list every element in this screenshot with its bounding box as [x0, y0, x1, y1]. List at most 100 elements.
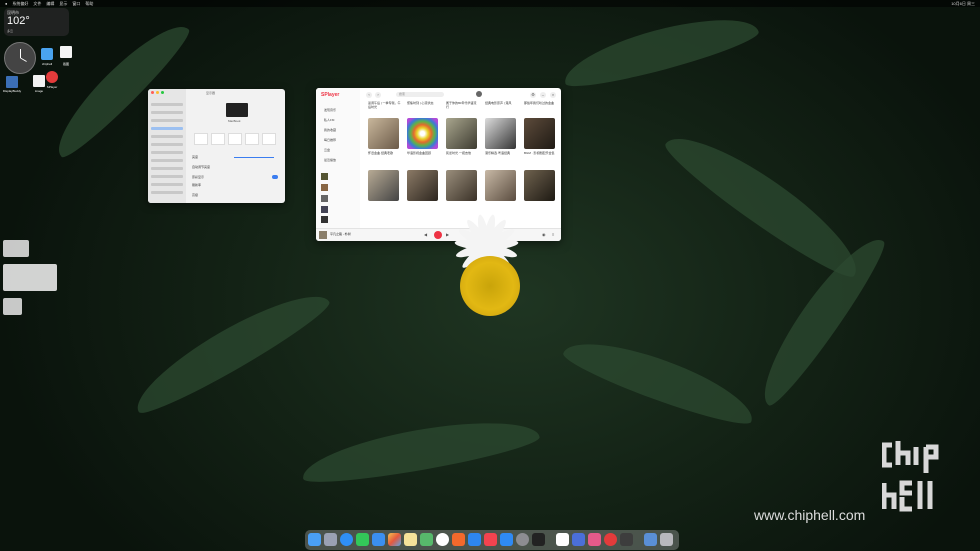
menu-clock[interactable]: 10月6日 周三	[951, 1, 975, 7]
sidebar-item[interactable]	[151, 191, 183, 194]
playlist-thumb[interactable]	[321, 184, 328, 191]
playlist-thumb[interactable]	[321, 216, 328, 223]
photos-icon[interactable]	[388, 533, 401, 546]
search-input[interactable]: 搜索	[396, 92, 444, 97]
nav-item[interactable]: 我的收藏	[324, 128, 336, 132]
maps-icon[interactable]	[420, 533, 433, 546]
app-icon[interactable]	[620, 533, 633, 546]
qq-icon[interactable]	[468, 533, 481, 546]
display-option[interactable]	[211, 133, 225, 145]
sidebar-item[interactable]	[151, 183, 183, 186]
stage-thumbnail[interactable]	[3, 298, 22, 315]
playlist-icon[interactable]: ≡	[552, 232, 554, 237]
sidebar-item[interactable]	[151, 119, 183, 122]
launchpad-icon[interactable]	[324, 533, 337, 546]
messages-icon[interactable]	[356, 533, 369, 546]
menu-item-view[interactable]: 显示	[59, 1, 67, 7]
appstore-icon[interactable]	[500, 533, 513, 546]
minimize-button[interactable]	[156, 91, 159, 94]
stage-thumbnail[interactable]	[3, 264, 57, 291]
now-playing-cover[interactable]	[319, 231, 327, 239]
display-option[interactable]	[262, 133, 276, 145]
playlist-card[interactable]	[524, 170, 555, 201]
playlist-card[interactable]	[485, 118, 516, 149]
next-icon[interactable]: ▶	[446, 232, 449, 237]
splayer-dock-icon[interactable]	[604, 533, 617, 546]
sidebar-item[interactable]	[151, 143, 183, 146]
splayer-icon[interactable]	[46, 71, 58, 83]
playlist-card[interactable]	[485, 170, 516, 201]
display-option[interactable]	[228, 133, 242, 145]
zoom-button[interactable]	[161, 91, 164, 94]
playlist-card[interactable]	[524, 118, 555, 149]
folder-icon[interactable]	[41, 48, 53, 60]
weather-widget[interactable]: 昆明市 102° 多云	[4, 8, 69, 36]
sidebar-item[interactable]	[151, 151, 183, 154]
mail-icon[interactable]	[372, 533, 385, 546]
clock-widget[interactable]	[4, 42, 36, 74]
playlist-thumb[interactable]	[321, 173, 328, 180]
nav-item[interactable]: 云盘	[324, 148, 330, 152]
nav-item[interactable]: 发现音乐	[324, 108, 336, 112]
app-icon[interactable]	[588, 533, 601, 546]
gmail-icon[interactable]	[556, 533, 569, 546]
settings-icon[interactable]: ⚙	[530, 92, 536, 98]
notes-icon[interactable]	[404, 533, 417, 546]
apple-icon[interactable]: ●	[5, 1, 7, 6]
close-icon[interactable]: ×	[550, 92, 556, 98]
avatar[interactable]	[476, 91, 482, 97]
chrome-icon[interactable]	[436, 533, 449, 546]
app-icon[interactable]	[572, 533, 585, 546]
close-button[interactable]	[151, 91, 154, 94]
splayer-window[interactable]: SPlayer 发现音乐 私人FM 我的收藏 每日推荐 云盘 最近播放 ‹ › …	[316, 88, 561, 241]
sidebar-item[interactable]	[151, 159, 183, 162]
card-title[interactable]: 蓝调午后 | 一季专辑，午后时光	[368, 101, 401, 109]
brightness-slider[interactable]	[234, 157, 274, 158]
sidebar-item[interactable]	[151, 175, 183, 178]
sidebar-item[interactable]	[151, 111, 183, 114]
sidebar-item[interactable]	[151, 135, 183, 138]
monitor-icon[interactable]	[6, 76, 18, 88]
menu-item-file[interactable]: 文件	[33, 1, 41, 7]
trash-icon[interactable]	[660, 533, 673, 546]
card-title[interactable]: 怀旧金曲·经典老歌	[368, 151, 401, 156]
stage-thumbnail[interactable]	[3, 240, 29, 257]
sidebar-item-selected[interactable]	[151, 127, 183, 130]
settings-window[interactable]: 显示器 MacBook 亮度 自动调节亮度 原彩显示 刷新率 高级	[148, 89, 285, 203]
menu-item-edit[interactable]: 编辑	[46, 1, 54, 7]
sidebar-item[interactable]	[151, 103, 183, 106]
card-title[interactable]: 属于你的80年代华语流行	[446, 101, 479, 109]
sidebar-item[interactable]	[151, 167, 183, 170]
playlist-card[interactable]	[407, 170, 438, 201]
safari-icon[interactable]	[340, 533, 353, 546]
card-title[interactable]: 港乐精选·粤语经典	[485, 151, 518, 156]
playlist-card[interactable]	[446, 170, 477, 201]
menu-app-name[interactable]: 系统偏好	[12, 1, 28, 7]
document-icon[interactable]	[60, 46, 72, 58]
display-option[interactable]	[245, 133, 259, 145]
volume-icon[interactable]: ◉	[542, 232, 546, 237]
display-option[interactable]	[194, 133, 208, 145]
forward-button[interactable]: ›	[375, 92, 381, 98]
downloads-icon[interactable]	[644, 533, 657, 546]
finder-icon[interactable]	[308, 533, 321, 546]
card-title[interactable]: 华语影视金曲回顾	[407, 151, 440, 156]
card-title[interactable]: 那些年我们听过的金曲	[524, 101, 557, 106]
music-icon[interactable]	[484, 533, 497, 546]
card-title[interactable]: 聚焦时刻 | 心流状态	[407, 101, 440, 106]
terminal-icon[interactable]	[532, 533, 545, 546]
nav-item[interactable]: 每日推荐	[324, 138, 336, 142]
menu-item-help[interactable]: 帮助	[85, 1, 93, 7]
playlist-thumb[interactable]	[321, 195, 328, 202]
playlist-card[interactable]	[368, 118, 399, 149]
nav-item[interactable]: 私人FM	[324, 118, 334, 122]
brave-icon[interactable]	[452, 533, 465, 546]
card-title[interactable]: 经典电影原声 | 港风	[485, 101, 518, 106]
settings-icon[interactable]	[516, 533, 529, 546]
card-title[interactable]: BGM · 影视剧配乐合集	[524, 151, 557, 156]
playlist-card[interactable]	[446, 118, 477, 149]
card-title[interactable]: 民谣时光·一把吉他	[446, 151, 479, 156]
menu-item-window[interactable]: 窗口	[72, 1, 80, 7]
prev-icon[interactable]: ◀	[424, 232, 427, 237]
minimize-icon[interactable]: –	[540, 92, 546, 98]
